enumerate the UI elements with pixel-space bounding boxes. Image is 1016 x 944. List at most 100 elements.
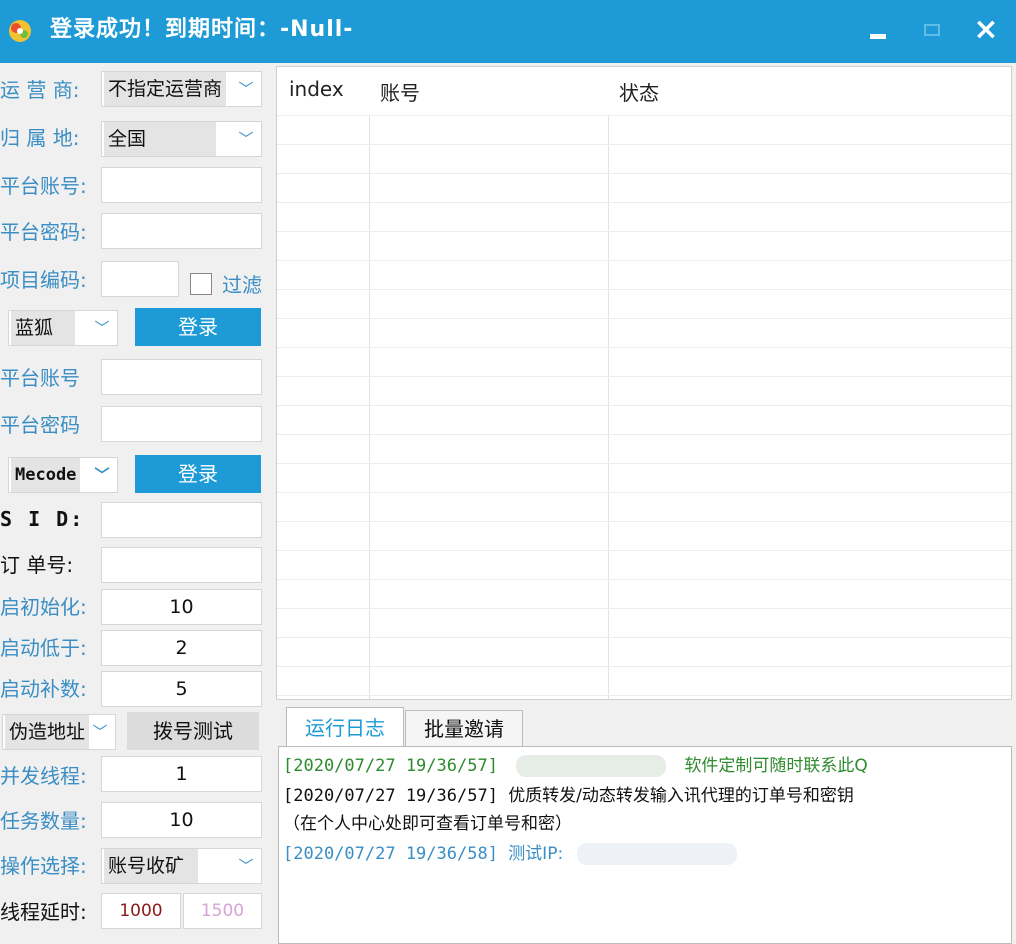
chevron-down-icon: ﹀ xyxy=(235,122,257,156)
log-text: 优质转发/动态转发输入讯代理的订单号和密钥 xyxy=(508,786,854,806)
operator-label: 运 营 商: xyxy=(0,78,80,102)
delay-label: 线程延时: xyxy=(0,900,87,924)
platform2-value: Mecode xyxy=(11,458,81,492)
password2-input[interactable] xyxy=(101,406,262,442)
operator-select[interactable]: 不指定运营商 ﹀ xyxy=(101,71,262,107)
tasks-label: 任务数量: xyxy=(0,809,87,833)
account2-input[interactable] xyxy=(101,359,262,395)
table-row-line xyxy=(277,521,1011,522)
log-timestamp: [2020/07/27 19/36/57] xyxy=(283,756,498,776)
table-row-line xyxy=(277,608,1011,609)
location-label: 归 属 地: xyxy=(0,126,80,150)
table-row-line xyxy=(277,173,1011,174)
app-logo-icon xyxy=(9,20,31,42)
table-row-line xyxy=(277,376,1011,377)
window-title: 登录成功！到期时间：-Null- xyxy=(50,17,354,42)
table-row-line xyxy=(277,666,1011,667)
account2-label: 平台账号 xyxy=(0,366,80,390)
chevron-down-icon: ﹀ xyxy=(91,311,113,345)
login1-button[interactable]: 登录 xyxy=(135,308,261,346)
title-bar: 登录成功！到期时间：-Null- × xyxy=(0,0,1016,63)
low-input[interactable]: 2 xyxy=(101,630,262,666)
chevron-down-icon: ﹀ xyxy=(89,715,111,749)
fake-location-value: 伪造地址 xyxy=(5,715,90,749)
password2-label: 平台密码 xyxy=(0,413,80,437)
order-no-input[interactable] xyxy=(101,547,262,583)
table-row-line xyxy=(277,202,1011,203)
operation-select[interactable]: 账号收矿 ﹀ xyxy=(101,848,262,884)
location-value: 全国 xyxy=(104,122,217,156)
tasks-input[interactable]: 10 xyxy=(101,802,262,838)
table-row-line xyxy=(277,492,1011,493)
log-timestamp: [2020/07/27 19/36/57] xyxy=(283,786,498,806)
log-panel: [2020/07/27 19/36/57] 软件定制可随时联系此Q [2020/… xyxy=(278,746,1012,944)
column-header-account[interactable]: 账号 xyxy=(380,77,420,106)
table-row-line xyxy=(277,550,1011,551)
sid-label: S I D: xyxy=(0,507,85,531)
table-row-line xyxy=(277,144,1011,145)
table-row-line xyxy=(277,289,1011,290)
column-header-status[interactable]: 状态 xyxy=(619,77,659,106)
table-row-line xyxy=(277,579,1011,580)
account1-input[interactable] xyxy=(101,167,262,203)
filter-label: 过滤 xyxy=(222,273,262,297)
table-row-line xyxy=(277,405,1011,406)
table-row-line xyxy=(277,231,1011,232)
table-header: index 账号 状态 xyxy=(277,67,1011,115)
log-line: [2020/07/27 19/36/57] 软件定制可随时联系此Q xyxy=(283,753,868,779)
operator-value: 不指定运营商 xyxy=(104,72,227,106)
log-line: （在个人中心处即可查看订单号和密） xyxy=(283,811,572,837)
init-input[interactable]: 10 xyxy=(101,589,262,625)
tab-run-log[interactable]: 运行日志 xyxy=(286,707,404,747)
minimize-icon xyxy=(870,34,886,39)
log-text: （在个人中心处即可查看订单号和密） xyxy=(283,814,572,834)
redacted-block xyxy=(577,843,738,865)
platform2-select[interactable]: Mecode ﹀ xyxy=(8,457,118,493)
close-button[interactable]: × xyxy=(966,10,1006,50)
log-text: 测试IP: xyxy=(508,844,564,864)
table-row-line xyxy=(277,695,1011,696)
filter-checkbox[interactable] xyxy=(190,273,212,295)
chevron-down-icon: ﹀ xyxy=(235,72,257,106)
table-row-line xyxy=(277,318,1011,319)
replenish-label: 启动补数: xyxy=(0,677,87,701)
minimize-button[interactable] xyxy=(858,10,898,50)
init-label: 启初始化: xyxy=(0,595,87,619)
sid-input[interactable] xyxy=(101,502,262,538)
log-line: [2020/07/27 19/36/58] 测试IP: xyxy=(283,841,738,867)
log-text: 软件定制可随时联系此Q xyxy=(684,756,868,776)
project-code-input[interactable] xyxy=(101,261,179,297)
table-row-line xyxy=(277,260,1011,261)
table-row-line xyxy=(277,434,1011,435)
location-select[interactable]: 全国 ﹀ xyxy=(101,121,262,157)
table-row-line xyxy=(277,463,1011,464)
log-timestamp: [2020/07/27 19/36/58] xyxy=(283,844,498,864)
chevron-down-icon: ﹀ xyxy=(91,458,113,492)
account-table: index 账号 状态 xyxy=(276,66,1012,700)
password1-label: 平台密码: xyxy=(0,220,87,244)
delay-to-input[interactable]: 1500 xyxy=(183,893,262,929)
maximize-button[interactable] xyxy=(912,10,952,50)
low-label: 启动低于: xyxy=(0,636,87,660)
fake-location-select[interactable]: 伪造地址 ﹀ xyxy=(2,714,116,750)
replenish-input[interactable]: 5 xyxy=(101,671,262,707)
redacted-block xyxy=(516,755,667,777)
account1-label: 平台账号: xyxy=(0,174,87,198)
login2-button[interactable]: 登录 xyxy=(135,455,261,493)
chevron-down-icon: ﹀ xyxy=(235,849,257,883)
password1-input[interactable] xyxy=(101,213,262,249)
delay-from-input[interactable]: 1000 xyxy=(101,893,181,929)
log-line: [2020/07/27 19/36/57] 优质转发/动态转发输入讯代理的订单号… xyxy=(283,783,854,809)
project-code-label: 项目编码: xyxy=(0,268,87,292)
platform1-value: 蓝狐 xyxy=(11,311,76,345)
operation-value: 账号收矿 xyxy=(104,849,199,883)
threads-input[interactable]: 1 xyxy=(101,756,262,792)
operation-label: 操作选择: xyxy=(0,854,87,878)
tab-batch-invite[interactable]: 批量邀请 xyxy=(405,710,523,747)
table-row-line xyxy=(277,115,1011,116)
dial-test-button[interactable]: 拨号测试 xyxy=(127,712,259,750)
table-row-line xyxy=(277,637,1011,638)
column-header-index[interactable]: index xyxy=(289,77,344,101)
order-no-label: 订 单号: xyxy=(0,553,74,577)
platform1-select[interactable]: 蓝狐 ﹀ xyxy=(8,310,118,346)
